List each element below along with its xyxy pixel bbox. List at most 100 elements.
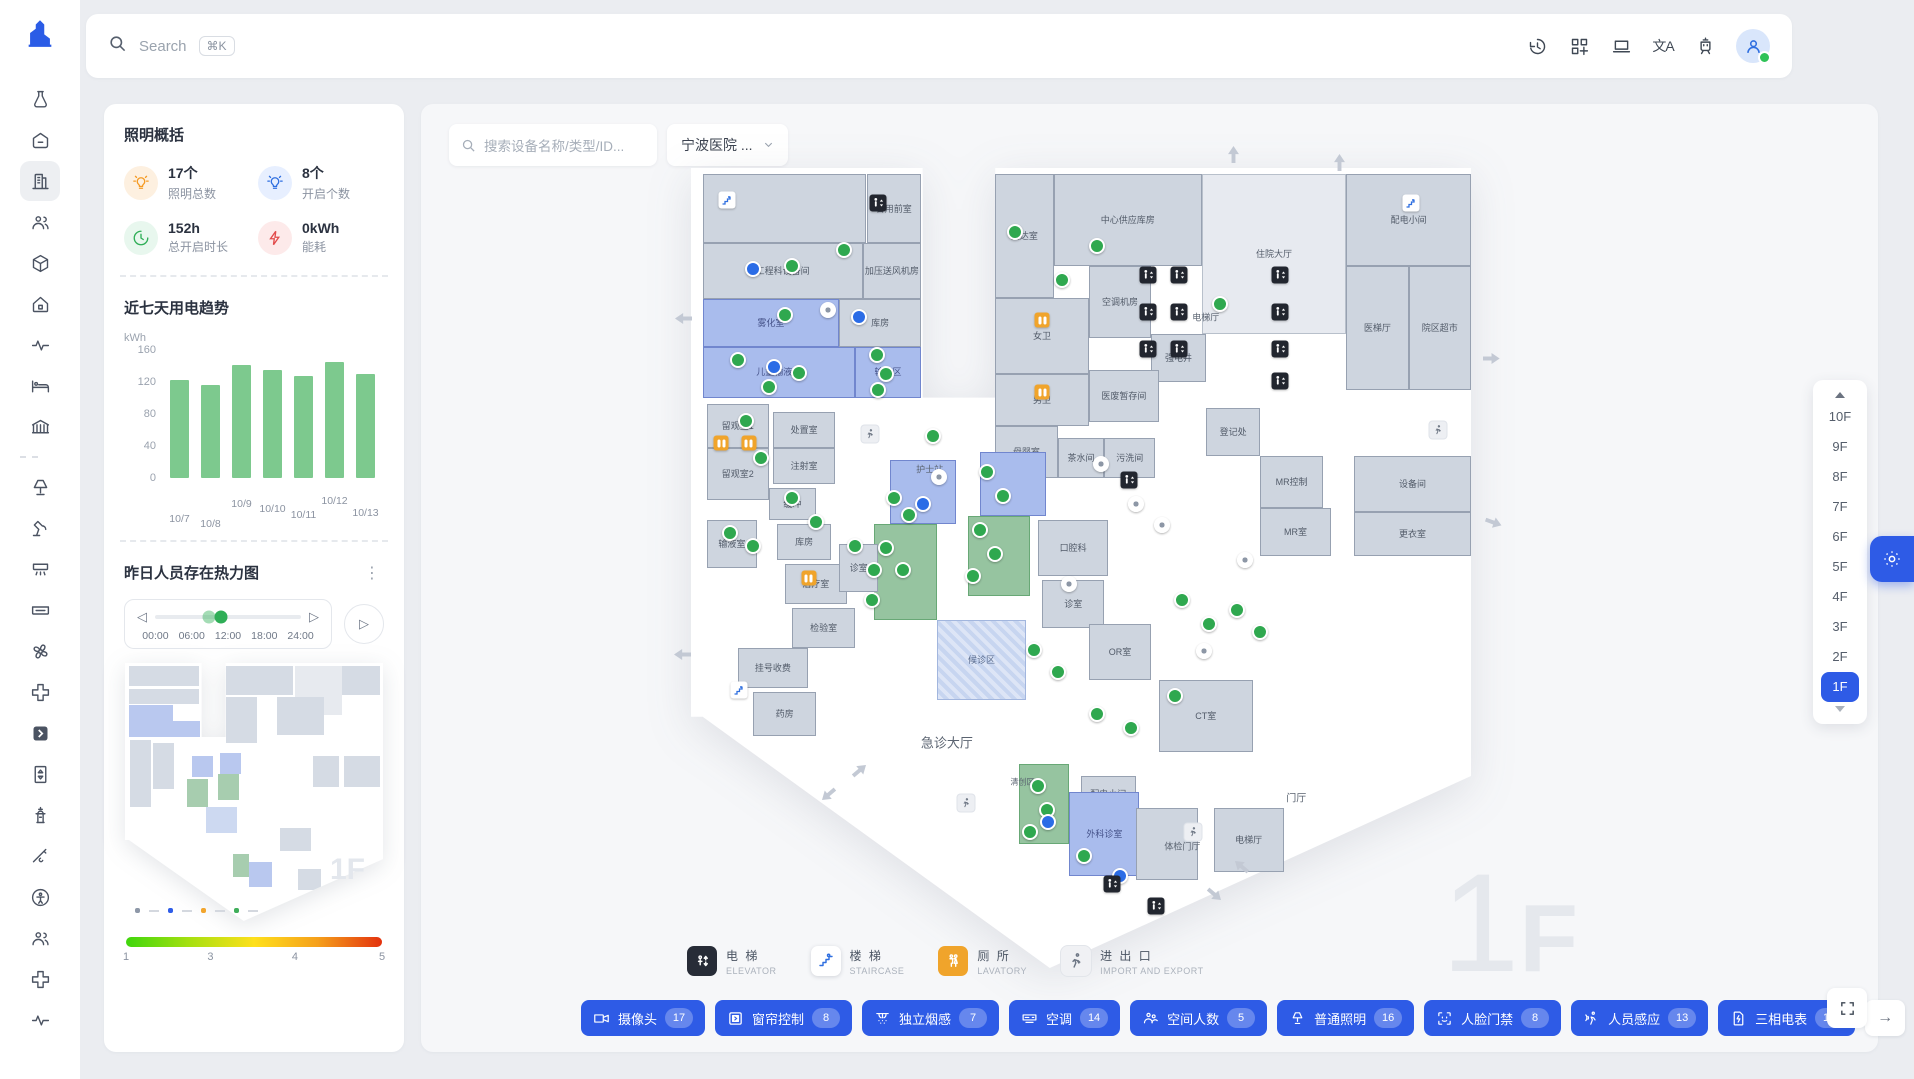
device-marker-online[interactable] [836,242,852,258]
sidebar-item-box[interactable] [20,243,60,283]
history-icon[interactable] [1526,35,1548,57]
filter-button-人员感应[interactable]: 人员感应13 [1571,1000,1708,1036]
sidebar-item-lamp[interactable] [20,467,60,507]
sidebar-item-users[interactable] [20,202,60,242]
device-marker-idle[interactable] [1093,456,1109,472]
device-marker-info[interactable] [915,496,931,512]
device-marker-online[interactable] [987,546,1003,562]
settings-tab-button[interactable] [1870,536,1914,582]
sidebar-item-users[interactable] [20,918,60,958]
lavatory-marker[interactable] [714,436,729,451]
device-marker-idle[interactable] [1061,576,1077,592]
filter-button-人脸门禁[interactable]: 人脸门禁8 [1424,1000,1561,1036]
device-marker-online[interactable] [901,507,917,523]
device-marker-online[interactable] [1229,602,1245,618]
elevator-marker[interactable] [1171,267,1188,284]
device-marker-online[interactable] [1252,624,1268,640]
building-selector[interactable]: 宁波医院 ... [667,124,788,166]
floor-scroll-down[interactable] [1835,706,1845,712]
slider-next-button[interactable]: ▷ [309,610,319,623]
exit-marker[interactable] [958,795,975,812]
device-marker-online[interactable] [878,540,894,556]
device-marker-info[interactable] [851,309,867,325]
sidebar-item-fan[interactable] [20,631,60,671]
device-marker-online[interactable] [972,522,988,538]
sidebar-item-flask[interactable] [20,79,60,119]
device-marker-online[interactable] [808,514,824,530]
device-marker-online[interactable] [777,307,793,323]
slider-track[interactable] [155,615,301,619]
sidebar-item-hydrant[interactable] [20,795,60,835]
elevator-marker[interactable] [1140,340,1157,357]
global-search-input[interactable]: Search [139,38,187,55]
device-marker-online[interactable] [1089,238,1105,254]
device-marker-online[interactable] [745,538,761,554]
elevator-marker[interactable] [1104,876,1121,893]
device-marker-idle[interactable] [1154,517,1170,533]
slider-handle-end[interactable] [214,610,227,623]
filter-button-普通照明[interactable]: 普通照明16 [1277,1000,1414,1036]
floor-item-8F[interactable]: 8F [1821,462,1859,492]
lavatory-marker[interactable] [1035,385,1050,400]
sidebar-item-pulse[interactable] [20,1000,60,1040]
exit-marker[interactable] [1185,824,1202,841]
device-marker-online[interactable] [864,592,880,608]
elevator-marker[interactable] [1171,304,1188,321]
staircase-marker[interactable] [1402,195,1419,212]
device-marker-idle[interactable] [931,469,947,485]
elevator-marker[interactable] [1121,472,1138,489]
device-marker-online[interactable] [1050,664,1066,680]
device-marker-online[interactable] [1089,706,1105,722]
device-marker-online[interactable] [925,428,941,444]
elevator-marker[interactable] [1147,898,1164,915]
device-marker-online[interactable] [869,347,885,363]
device-marker-online[interactable] [791,365,807,381]
staircase-marker[interactable] [718,192,735,209]
device-marker-idle[interactable] [1196,643,1212,659]
device-marker-online[interactable] [1007,224,1023,240]
device-marker-info[interactable] [745,261,761,277]
floor-item-6F[interactable]: 6F [1821,522,1859,552]
device-marker-online[interactable] [784,490,800,506]
device-marker-idle[interactable] [820,302,836,318]
staircase-marker[interactable] [730,682,747,699]
floor-scroll-up[interactable] [1835,392,1845,398]
sidebar-item-homesoft[interactable] [20,120,60,160]
filter-button-窗帘控制[interactable]: 窗帘控制8 [715,1000,852,1036]
floor-item-1F[interactable]: 1F [1821,672,1859,702]
elevator-marker[interactable] [1140,267,1157,284]
device-marker-online[interactable] [784,258,800,274]
filter-button-独立烟感[interactable]: 独立烟感7 [862,1000,999,1036]
device-search-input[interactable]: 搜索设备名称/类型/ID... [449,124,657,166]
user-avatar[interactable] [1736,29,1770,63]
device-marker-online[interactable] [1123,720,1139,736]
lavatory-marker[interactable] [741,436,756,451]
device-marker-idle[interactable] [1237,552,1253,568]
floor-item-4F[interactable]: 4F [1821,582,1859,612]
device-marker-idle[interactable] [1128,496,1144,512]
elevator-marker[interactable] [1271,340,1288,357]
elevator-marker[interactable] [1271,304,1288,321]
device-marker-online[interactable] [1026,642,1042,658]
floor-item-2F[interactable]: 2F [1821,642,1859,672]
filter-button-摄像头[interactable]: 摄像头17 [581,1000,705,1036]
sidebar-item-bank[interactable] [20,407,60,447]
device-marker-online[interactable] [895,562,911,578]
sidebar-item-vent[interactable] [20,549,60,589]
device-marker-online[interactable] [965,568,981,584]
slider-prev-button[interactable]: ◁ [137,610,147,623]
translate-icon[interactable]: 文A [1652,35,1674,57]
exit-marker[interactable] [1430,422,1447,439]
sidebar-item-home[interactable] [20,284,60,324]
apps-icon[interactable] [1568,35,1590,57]
fullscreen-button[interactable] [1827,988,1867,1028]
heatmap-play-button[interactable]: ▷ [344,604,384,644]
sidebar-item-elevpanel[interactable] [20,754,60,794]
sidebar-item-pulse[interactable] [20,325,60,365]
sidebar-item-desklamp[interactable] [20,508,60,548]
device-marker-online[interactable] [979,464,995,480]
filters-more-button[interactable]: → [1865,1000,1905,1036]
floor-item-5F[interactable]: 5F [1821,552,1859,582]
device-marker-online[interactable] [870,382,886,398]
device-icon[interactable] [1610,35,1632,57]
